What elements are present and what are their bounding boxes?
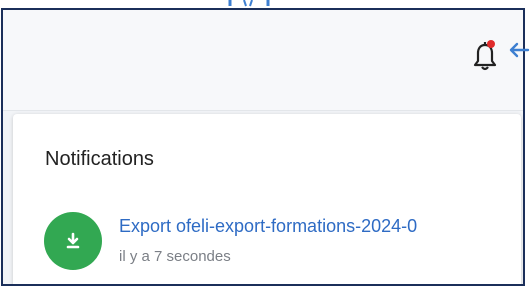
notification-time: il y a 7 secondes bbox=[119, 248, 231, 265]
top-bar bbox=[3, 10, 523, 111]
unread-indicator-dot bbox=[487, 40, 495, 48]
notifications-button[interactable] bbox=[472, 40, 498, 72]
download-icon bbox=[66, 232, 80, 249]
notification-item[interactable]: Export ofeli-export-formations-2024-0 il… bbox=[43, 210, 513, 270]
arrow-left-icon bbox=[509, 42, 530, 58]
notification-status-circle bbox=[44, 212, 102, 270]
panel-title: Notifications bbox=[45, 148, 154, 170]
screenshot-frame: Notifications Export ofeli-export-format… bbox=[1, 8, 525, 286]
notification-title[interactable]: Export ofeli-export-formations-2024-0 bbox=[119, 216, 417, 237]
notifications-panel: Notifications Export ofeli-export-format… bbox=[13, 114, 521, 284]
cropped-annotation-mark bbox=[228, 0, 270, 7]
